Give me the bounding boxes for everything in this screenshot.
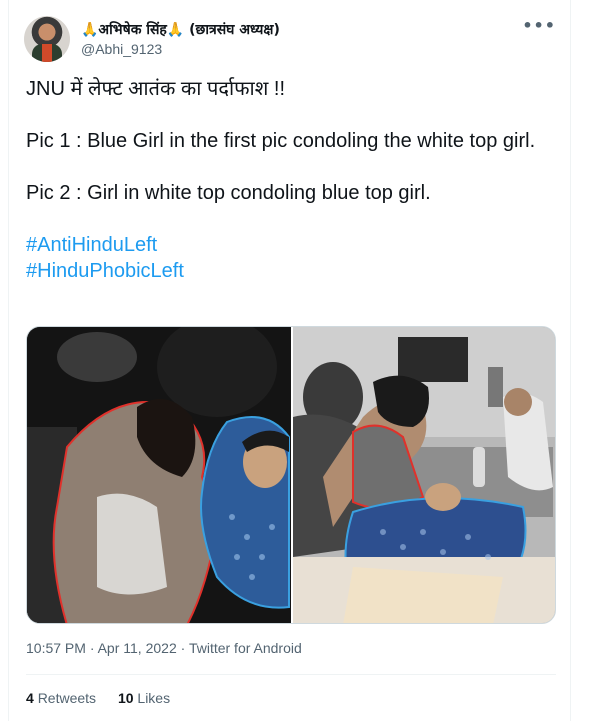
media-photo-2[interactable]: [293, 327, 555, 623]
likes-stat[interactable]: 10 Likes: [118, 690, 170, 706]
tweet-meta: 10:57 PM · Apr 11, 2022 · Twitter for An…: [26, 640, 302, 656]
likes-label: Likes: [137, 690, 171, 706]
hashtag-link[interactable]: #HinduPhobicLeft: [26, 258, 556, 284]
tweet-card: 🙏अभिषेक सिंह🙏 (छात्रसंघ अध्यक्ष) @Abhi_9…: [8, 0, 571, 721]
tweet-header: 🙏अभिषेक सिंह🙏 (छात्रसंघ अध्यक्ष) @Abhi_9…: [24, 14, 564, 62]
photo-1-image: [27, 327, 291, 623]
media-photo-1[interactable]: [27, 327, 291, 623]
divider: [26, 674, 556, 675]
avatar-scarf-shape: [42, 44, 52, 62]
likes-count: 10: [117, 690, 134, 706]
tweet-media[interactable]: [26, 326, 556, 624]
tweet-line-2: Pic 1 : Blue Girl in the first pic condo…: [26, 130, 536, 152]
retweets-label: Retweets: [37, 690, 97, 706]
hashtag-link[interactable]: #AntiHinduLeft: [26, 232, 556, 258]
tweet-timestamp[interactable]: 10:57 PM · Apr 11, 2022: [26, 640, 177, 656]
tweet-text: JNU में लेफ्ट आतंक का पर्दाफाश !! Pic 1 …: [26, 76, 556, 284]
tweet-source[interactable]: Twitter for Android: [189, 640, 302, 656]
tweet-line-3: Pic 2 : Girl in white top condoling blue…: [26, 182, 431, 204]
tweet-line-1: JNU में लेफ्ट आतंक का पर्दाफाश !!: [26, 78, 285, 100]
more-icon[interactable]: •••: [522, 16, 556, 35]
retweets-stat[interactable]: 4 Retweets: [26, 690, 96, 706]
retweets-count: 4: [26, 690, 34, 706]
avatar[interactable]: [24, 16, 70, 62]
author-handle[interactable]: @Abhi_9123: [81, 41, 162, 57]
photo-2-image: [293, 327, 555, 623]
tweet-stats: 4 Retweets 10 Likes: [26, 690, 188, 706]
meta-separator: ·: [176, 640, 189, 656]
author-display-name[interactable]: 🙏अभिषेक सिंह🙏 (छात्रसंघ अध्यक्ष): [81, 20, 280, 39]
